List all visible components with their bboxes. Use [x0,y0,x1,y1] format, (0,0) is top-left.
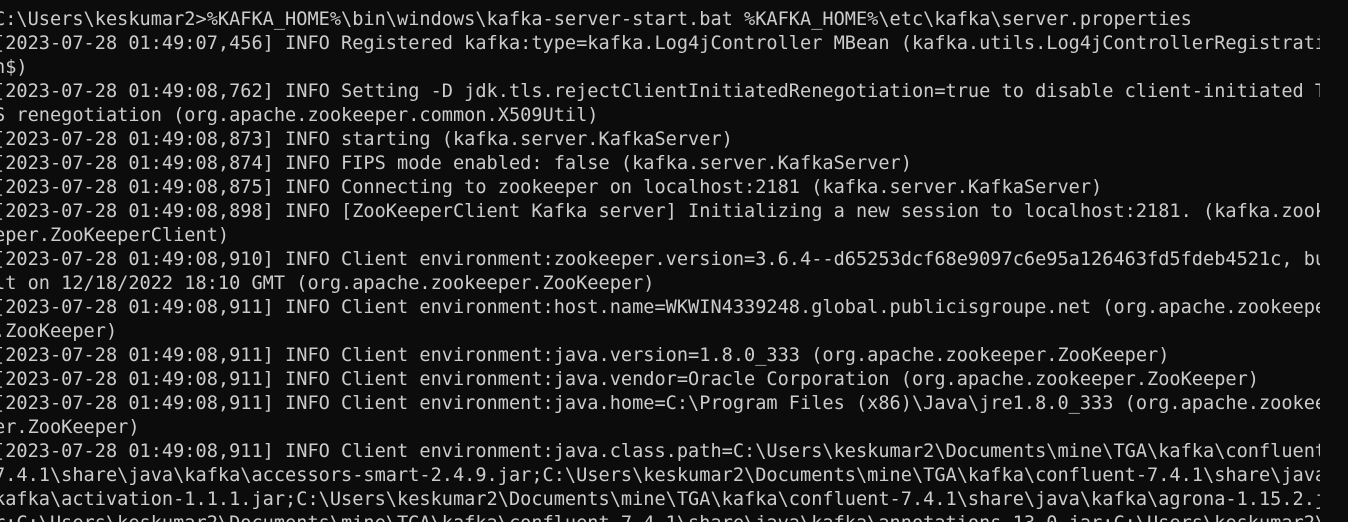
terminal-line: 7.4.1\share\java\kafka\accessors-smart-2… [0,465,1320,486]
terminal-line: [2023-07-28 01:49:08,873] INFO starting … [0,129,733,150]
terminal-line: er.ZooKeeper) [0,417,140,438]
terminal-line: [2023-07-28 01:49:07,456] INFO Registere… [0,33,1320,54]
terminal-line: S renegotiation (org.apache.zookeeper.co… [0,105,599,126]
terminal-output: C:\Users\keskumar2>%KAFKA_HOME%\bin\wind… [0,8,1320,522]
terminal-line: [2023-07-28 01:49:08,875] INFO Connectin… [0,177,1103,198]
terminal-line: n$) [0,57,28,78]
vertical-scrollbar[interactable] [1330,0,1348,522]
terminal-line: [2023-07-28 01:49:08,910] INFO Client en… [0,249,1320,270]
terminal-line: [2023-07-28 01:49:08,911] INFO Client en… [0,345,1170,366]
terminal-line: eper.ZooKeeperClient) [0,225,230,246]
terminal-line: [2023-07-28 01:49:08,911] INFO Client en… [0,393,1320,414]
terminal-line: [2023-07-28 01:49:08,911] INFO Client en… [0,297,1320,318]
terminal-line: [2023-07-28 01:49:08,898] INFO [ZooKeepe… [0,201,1320,222]
terminal-line: lt on 12/18/2022 18:10 GMT (org.apache.z… [0,273,655,294]
terminal-line: C:\Users\keskumar2>%KAFKA_HOME%\bin\wind… [0,9,1192,30]
terminal-window[interactable]: C:\Users\keskumar2>%KAFKA_HOME%\bin\wind… [0,0,1348,522]
terminal-line: [2023-07-28 01:49:08,911] INFO Client en… [0,441,1320,462]
terminal-line: kafka\activation-1.1.1.jar;C:\Users\kesk… [0,489,1320,510]
terminal-line: .ZooKeeper) [0,321,118,342]
terminal-line: [2023-07-28 01:49:08,874] INFO FIPS mode… [0,153,912,174]
terminal-line: r;C:\Users\keskumar2\Documents\mine\TGA\… [0,512,1320,522]
scrollbar-thumb[interactable] [1338,0,1344,522]
terminal-line: [2023-07-28 01:49:08,911] INFO Client en… [0,369,1259,390]
terminal-line: [2023-07-28 01:49:08,762] INFO Setting -… [0,81,1320,102]
